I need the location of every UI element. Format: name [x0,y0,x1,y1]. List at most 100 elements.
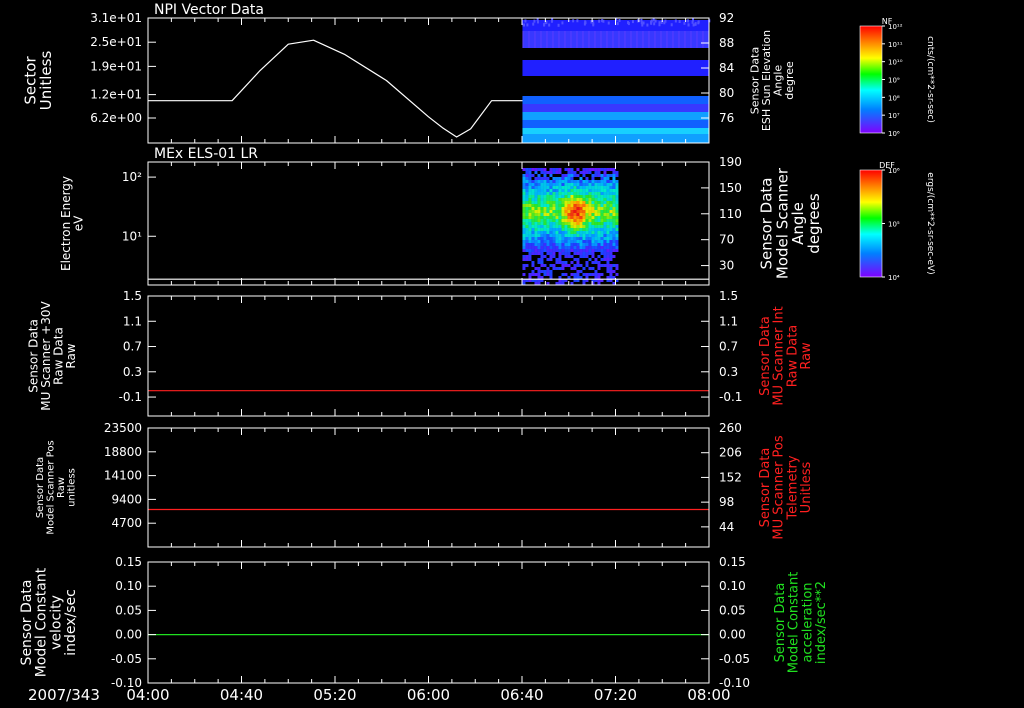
spectrogram-pixel [591,186,595,189]
spectrogram-pixel [567,255,571,258]
spectrogram-pixel [537,216,541,219]
spectrogram-pixel [609,201,613,204]
spectrogram-pixel [564,243,568,246]
spectrogram-pixel [564,195,568,198]
spectrogram-pixel [525,255,529,258]
spectrogram-pixel [531,201,535,204]
spectrogram-pixel [549,225,553,228]
spectrogram-pixel [573,246,577,249]
right-y-axis-label-line: index/sec**2 [814,581,829,664]
spectrogram-pixel [531,213,535,216]
spectrogram-pixel [612,31,614,48]
spectrogram-pixel [528,198,532,201]
spectrogram-pixel [687,19,690,23]
spectrogram-pixel [552,198,556,201]
spectrogram-pixel [697,20,700,24]
spectrogram-pixel [588,198,592,201]
spectrogram-pixel [573,276,577,279]
spectrogram-pixel [537,210,541,213]
spectrogram-pixel [549,186,553,189]
spectrogram-pixel [588,201,592,204]
spectrogram-pixel [552,231,556,234]
right-y-tick-label: 30 [719,259,734,273]
spectrogram-pixel [615,237,619,240]
spectrogram-pixel [609,237,613,240]
spectrogram-pixel [582,237,586,240]
spectrogram-pixel [552,249,556,252]
right-y-tick-label: 0.00 [719,628,746,642]
spectrogram-pixel [567,201,571,204]
spectrogram-pixel [594,231,598,234]
right-y-tick-label: 152 [719,470,742,484]
spectrogram-pixel [600,240,604,243]
spectrogram-pixel [588,237,592,240]
spectrogram-pixel [531,198,535,201]
spectrogram-pixel [567,210,571,213]
panel-frame [147,561,710,684]
spectrogram-pixel [537,252,541,255]
spectrogram-pixel [567,264,571,267]
spectrogram-pixel [591,234,595,237]
spectrogram-pixel [549,213,553,216]
spectrogram-band [522,96,709,104]
spectrogram-pixel [609,192,613,195]
spectrogram-pixel [546,204,550,207]
spectrogram-pixel [607,21,610,25]
right-y-tick-label: 44 [719,520,734,534]
spectrogram-pixel [612,177,616,180]
spectrogram-pixel [567,225,571,228]
spectrogram-pixel [543,171,547,174]
spectrogram-pixel [612,246,616,249]
spectrogram-pixel [606,216,610,219]
spectrogram-pixel [591,168,595,171]
spectrogram-pixel [528,243,532,246]
spectrogram-pixel [534,240,538,243]
spectrogram-pixel [561,261,565,264]
y-tick-label: 0.10 [115,579,142,593]
colorbar-tick-label: 10⁷ [888,112,900,120]
spectrogram-pixel [570,228,574,231]
spectrogram-pixel [591,183,595,186]
spectrogram-pixel [525,192,529,195]
spectrogram-pixel [524,19,527,23]
spectrogram-pixel [564,273,568,276]
spectrogram-pixel [615,207,619,210]
spectrogram-pixel [585,222,589,225]
spectrogram-pixel [597,189,601,192]
spectrogram-pixel [570,219,574,222]
spectrogram-pixel [555,267,559,270]
spectrogram-pixel [594,213,598,216]
colorbar-tick-label: 10⁶ [888,130,900,138]
spectrogram-pixel [537,258,541,261]
spectrogram-pixel [543,189,547,192]
spectrogram-pixel [549,255,553,258]
spectrogram-pixel [603,216,607,219]
spectrogram-pixel [573,228,577,231]
spectrogram-pixel [567,243,571,246]
spectrogram-pixel [576,225,580,228]
spectrogram-pixel [576,201,580,204]
spectrogram-pixel [561,207,565,210]
spectrogram-pixel [561,225,565,228]
spectrogram-pixel [609,195,613,198]
spectrogram-pixel [549,195,553,198]
spectrogram-pixel [573,186,577,189]
spectrogram-pixel [579,249,583,252]
spectrogram-pixel [573,207,577,210]
spectrogram-pixel [543,210,547,213]
spectrogram-pixel [570,180,574,183]
spectrogram-pixel [525,201,529,204]
spectrogram-pixel [600,201,604,204]
spectrogram-pixel [576,258,580,261]
spectrogram-pixel [603,240,607,243]
spectrogram-pixel [537,183,541,186]
spectrogram-pixel [576,249,580,252]
spectrogram-pixel [606,186,610,189]
spectrogram-pixel [546,270,550,273]
y-axis-label-line: Model Scanner Pos [45,440,56,534]
spectrogram-pixel [591,195,595,198]
spectrogram-pixel [528,204,532,207]
spectrogram-pixel [567,249,571,252]
spectrogram-pixel [653,22,656,26]
spectrogram-pixel [603,195,607,198]
